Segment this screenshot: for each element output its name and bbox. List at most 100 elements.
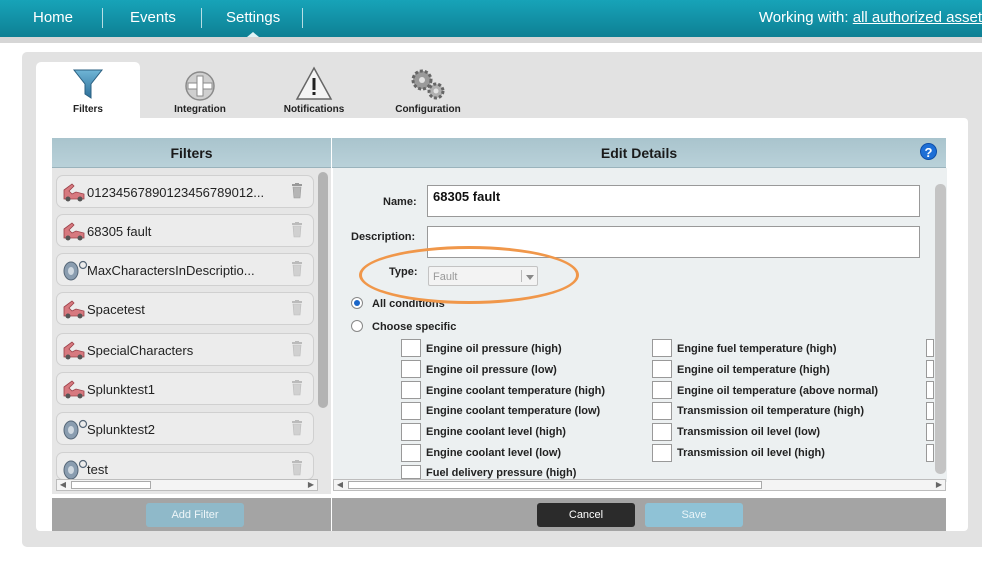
add-filter-button[interactable]: Add Filter	[146, 503, 244, 527]
tab-notifications[interactable]: Notifications	[262, 62, 366, 120]
filter-name: 01234567890123456789012...	[87, 185, 265, 200]
filter-list-item[interactable]: Spacetest	[56, 292, 314, 325]
nav-separator	[302, 8, 303, 28]
choose-specific-label: Choose specific	[372, 321, 457, 333]
trash-icon[interactable]	[291, 420, 303, 436]
condition-label: Engine fuel temperature (high)	[677, 343, 837, 355]
nav-events[interactable]: Events	[130, 9, 176, 26]
condition-checkbox[interactable]	[401, 339, 421, 357]
condition-checkbox[interactable]	[401, 423, 421, 441]
condition-label: Transmission oil temperature (high)	[677, 405, 865, 417]
condition-checkbox[interactable]	[401, 402, 421, 420]
gears-icon	[411, 69, 445, 100]
nav-home[interactable]: Home	[33, 9, 73, 26]
condition-checkbox[interactable]	[652, 423, 672, 441]
condition-checkbox[interactable]	[926, 339, 934, 357]
condition-checkbox[interactable]	[401, 381, 421, 399]
condition-label: Engine coolant temperature (low)	[426, 405, 601, 417]
nav-settings[interactable]: Settings	[226, 9, 280, 26]
condition-checkbox[interactable]	[926, 423, 934, 441]
nav-separator	[201, 8, 202, 28]
scroll-thumb[interactable]	[71, 481, 151, 489]
top-nav: Home Events Settings Working with: all a…	[0, 0, 982, 37]
filter-list-item[interactable]: Splunktest2	[56, 412, 314, 445]
condition-checkbox[interactable]	[652, 402, 672, 420]
trash-icon[interactable]	[291, 300, 303, 316]
condition-label: Transmission oil level (high)	[677, 447, 825, 459]
filter-list-item[interactable]: MaxCharactersInDescriptio...	[56, 253, 314, 286]
filter-name: test	[87, 462, 108, 477]
tab-integration[interactable]: Integration	[148, 62, 252, 120]
funnel-icon	[72, 69, 104, 99]
filter-name: Spacetest	[87, 302, 145, 317]
condition-checkbox[interactable]	[401, 360, 421, 378]
save-button[interactable]: Save	[645, 503, 743, 527]
tab-filters-label: Filters	[72, 104, 103, 115]
scroll-thumb[interactable]	[348, 481, 762, 489]
filters-footer: Add Filter	[52, 498, 331, 531]
truck-fault-icon	[63, 380, 85, 399]
condition-label: Engine coolant level (high)	[426, 426, 566, 438]
filter-list-item[interactable]: test	[56, 452, 314, 480]
trash-icon[interactable]	[291, 261, 303, 277]
tire-icon	[63, 459, 88, 479]
filter-name: Splunktest1	[87, 382, 155, 397]
filter-name: MaxCharactersInDescriptio...	[87, 263, 255, 278]
trash-icon[interactable]	[291, 183, 303, 199]
condition-checkbox[interactable]	[652, 360, 672, 378]
condition-label: Transmission oil level (low)	[677, 426, 821, 438]
filters-horizontal-scrollbar[interactable]: ◀ ▶	[56, 479, 318, 491]
condition-checkbox[interactable]	[926, 402, 934, 420]
name-input[interactable]: 68305 fault	[427, 185, 920, 217]
scroll-left-icon[interactable]: ◀	[334, 480, 346, 490]
filter-list-item[interactable]: 68305 fault	[56, 214, 314, 247]
trash-icon[interactable]	[291, 222, 303, 238]
tab-filters[interactable]: Filters	[36, 62, 140, 120]
condition-checkbox[interactable]	[926, 444, 934, 462]
tire-icon	[63, 260, 88, 281]
working-with: Working with: all authorized asset	[759, 9, 982, 26]
condition-label: Engine oil temperature (high)	[677, 364, 830, 376]
edit-pane-title: Edit Details	[600, 145, 678, 161]
filter-list-item[interactable]: 01234567890123456789012...	[56, 175, 314, 208]
condition-checkbox[interactable]	[926, 360, 934, 378]
filter-list-item[interactable]: SpecialCharacters	[56, 333, 314, 366]
trash-icon[interactable]	[291, 380, 303, 396]
truck-fault-icon	[63, 222, 85, 241]
condition-checkbox[interactable]	[652, 339, 672, 357]
condition-checkbox[interactable]	[652, 381, 672, 399]
edit-horizontal-scrollbar[interactable]: ◀ ▶	[333, 479, 946, 491]
condition-checkbox[interactable]	[401, 444, 421, 462]
condition-checkbox[interactable]	[926, 381, 934, 399]
working-with-label: Working with:	[758, 9, 849, 26]
tab-configuration[interactable]: Configuration	[376, 62, 480, 120]
cancel-button[interactable]: Cancel	[537, 503, 635, 527]
help-icon[interactable]: ?	[920, 143, 937, 160]
authorized-assets-link[interactable]: all authorized asset	[853, 9, 982, 26]
choose-specific-radio[interactable]	[351, 320, 363, 332]
condition-label: Engine coolant level (low)	[426, 447, 562, 459]
filter-name: Splunktest2	[87, 422, 155, 437]
edit-pane-header: Edit Details	[332, 138, 946, 168]
truck-fault-icon	[63, 341, 85, 360]
condition-label: Fuel delivery pressure (high)	[426, 467, 577, 479]
trash-icon[interactable]	[291, 460, 303, 476]
scroll-right-icon[interactable]: ▶	[933, 480, 945, 490]
edit-vertical-scrollbar[interactable]	[935, 184, 946, 474]
tab-integration-label: Integration	[174, 104, 226, 115]
description-label: Description:	[351, 231, 416, 243]
scroll-left-icon[interactable]: ◀	[57, 480, 69, 490]
filter-name: 68305 fault	[87, 224, 152, 239]
all-conditions-radio[interactable]	[351, 297, 363, 309]
condition-label: Engine coolant temperature (high)	[426, 385, 606, 397]
condition-checkbox[interactable]	[652, 444, 672, 462]
scroll-right-icon[interactable]: ▶	[305, 480, 317, 490]
condition-label: Engine oil temperature (above normal)	[677, 385, 879, 397]
trash-icon[interactable]	[291, 341, 303, 357]
filter-list-item[interactable]: Splunktest1	[56, 372, 314, 405]
condition-checkbox[interactable]	[401, 465, 421, 479]
truck-fault-icon	[63, 300, 85, 319]
condition-label: Engine oil pressure (low)	[426, 364, 557, 376]
filters-vertical-scrollbar[interactable]	[318, 172, 328, 408]
edit-footer: Cancel Save	[332, 498, 946, 531]
